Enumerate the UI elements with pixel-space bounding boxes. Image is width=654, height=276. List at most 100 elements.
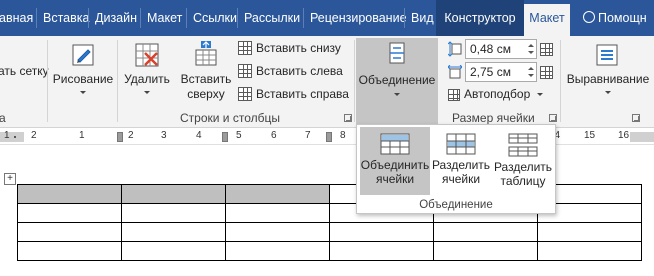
column-width-input[interactable]: 2,75 см <box>465 62 537 82</box>
table-cell[interactable] <box>121 184 226 204</box>
ruler-number: 2 <box>128 130 134 141</box>
ruler-number: 3 <box>161 130 167 141</box>
tab-view[interactable]: Вид <box>406 0 439 36</box>
merge-cells-button[interactable]: Объединить ячейки <box>360 127 430 195</box>
split-cells-label-1: Разделить <box>431 158 491 172</box>
split-table-button[interactable]: Разделить таблицу <box>492 127 554 195</box>
insert-below-button[interactable]: Вставить снизу <box>238 38 341 58</box>
insert-above-button[interactable]: Вставить сверху <box>178 38 234 110</box>
tab-home[interactable]: авная <box>0 0 38 36</box>
insert-above-icon <box>195 41 217 66</box>
cell-size-launcher-icon[interactable] <box>549 114 557 122</box>
row-height-input[interactable]: 0,48 см <box>465 39 537 59</box>
group-separator <box>47 40 48 122</box>
insert-right-icon <box>238 87 252 101</box>
column-width-icon <box>448 65 462 79</box>
merge-group-label: Объединение <box>419 199 493 211</box>
table-cell[interactable] <box>17 241 122 261</box>
draw-label: Рисование <box>52 72 114 86</box>
table-cell[interactable] <box>121 241 226 261</box>
table-cell[interactable] <box>17 203 122 223</box>
ruler-number: 6 <box>271 130 277 141</box>
insert-right-label: Вставить справа <box>256 87 349 101</box>
table-move-handle-icon[interactable]: + <box>4 173 16 185</box>
tab-table-layout[interactable]: Макет <box>524 4 570 36</box>
ruler-column-marker[interactable] <box>326 132 332 142</box>
table-cell[interactable] <box>329 241 434 261</box>
insert-left-button[interactable]: Вставить слева <box>238 61 343 81</box>
row-height-value: 0,48 см <box>470 42 511 56</box>
alignment-label: Выравнивание <box>566 72 650 86</box>
insert-right-button[interactable]: Вставить справа <box>238 84 349 104</box>
table-cell[interactable] <box>225 241 330 261</box>
table-cell[interactable] <box>537 222 642 242</box>
delete-button[interactable]: Удалить <box>121 38 173 110</box>
alignment-launcher-icon[interactable] <box>632 114 640 122</box>
tab-separator <box>237 8 238 28</box>
draw-table-button[interactable]: Рисование <box>52 38 114 110</box>
cell-size-group-label: Размер ячейки <box>452 111 535 125</box>
ribbon-layout: ать сетку а Рисование Удалить Вставить с… <box>0 36 654 128</box>
ruler-number: 5 <box>236 130 242 141</box>
tab-review[interactable]: Рецензирование <box>305 0 412 36</box>
ribbon-tab-bar: авная Вставка Дизайн Макет Ссылки Рассыл… <box>0 0 654 36</box>
autofit-button[interactable]: Автоподбор <box>448 84 543 104</box>
ruler-number: 15 <box>584 130 596 141</box>
table-cell[interactable] <box>329 222 434 242</box>
row-height-icon <box>448 41 462 57</box>
autofit-icon <box>448 89 460 101</box>
tell-me-box[interactable]: Помощн <box>578 0 652 36</box>
chevron-down-icon <box>605 91 611 94</box>
table-cell[interactable] <box>225 203 330 223</box>
merge-cells-label-1: Объединить <box>360 158 430 172</box>
distribute-columns-icon <box>540 66 553 79</box>
rows-cols-launcher-icon[interactable] <box>344 114 352 122</box>
table-row <box>17 241 642 261</box>
tab-mailings[interactable]: Рассылки <box>239 0 305 36</box>
table-row <box>17 222 642 242</box>
group-separator <box>354 40 355 122</box>
table-cell[interactable] <box>121 222 226 242</box>
table-cell[interactable] <box>225 222 330 242</box>
split-table-label-2: таблицу <box>500 174 546 188</box>
alignment-button[interactable]: Выравнивание <box>563 38 653 110</box>
table-cell[interactable] <box>121 203 226 223</box>
ruler-column-marker[interactable] <box>222 132 228 142</box>
ruler-number: 16 <box>618 130 630 141</box>
alignment-icon <box>596 44 618 66</box>
insert-left-label: Вставить слева <box>256 64 343 78</box>
distribute-columns-button[interactable] <box>540 62 557 82</box>
table-cell[interactable] <box>225 184 330 204</box>
ruler-number: 7 <box>305 130 311 141</box>
tab-separator <box>186 8 187 28</box>
table-cell[interactable] <box>17 222 122 242</box>
tab-design[interactable]: Дизайн <box>90 0 142 36</box>
insert-below-icon <box>238 41 252 55</box>
ruler-column-marker[interactable] <box>117 132 123 142</box>
chevron-down-icon <box>536 93 543 96</box>
insert-above-label-2: сверху <box>187 87 225 101</box>
ruler-number: 1 <box>79 130 85 141</box>
split-table-label-1: Разделить <box>493 160 553 174</box>
draw-grid-label[interactable]: ать сетку <box>0 64 49 78</box>
table-cell[interactable] <box>17 184 122 204</box>
table-cell[interactable] <box>433 222 538 242</box>
spinner-arrows-icon[interactable] <box>526 40 536 58</box>
distribute-rows-icon <box>540 43 553 56</box>
tab-layout-doc[interactable]: Макет <box>142 0 187 36</box>
spinner-arrows-icon[interactable] <box>526 63 536 81</box>
tab-table-design[interactable]: Конструктор <box>436 0 524 36</box>
merge-button[interactable]: Объединение <box>356 38 438 128</box>
chevron-down-icon <box>144 91 150 94</box>
ruler-number: 2 <box>31 130 37 141</box>
tab-insert[interactable]: Вставка <box>38 0 94 36</box>
column-width-value: 2,75 см <box>470 65 511 79</box>
left-group-label: а <box>0 111 6 125</box>
distribute-rows-button[interactable] <box>540 39 557 59</box>
delete-table-icon <box>135 43 159 67</box>
table-cell[interactable] <box>537 241 642 261</box>
group-separator <box>560 40 561 122</box>
tab-references[interactable]: Ссылки <box>188 0 242 36</box>
split-cells-button[interactable]: Разделить ячейки <box>430 127 492 195</box>
table-cell[interactable] <box>433 241 538 261</box>
